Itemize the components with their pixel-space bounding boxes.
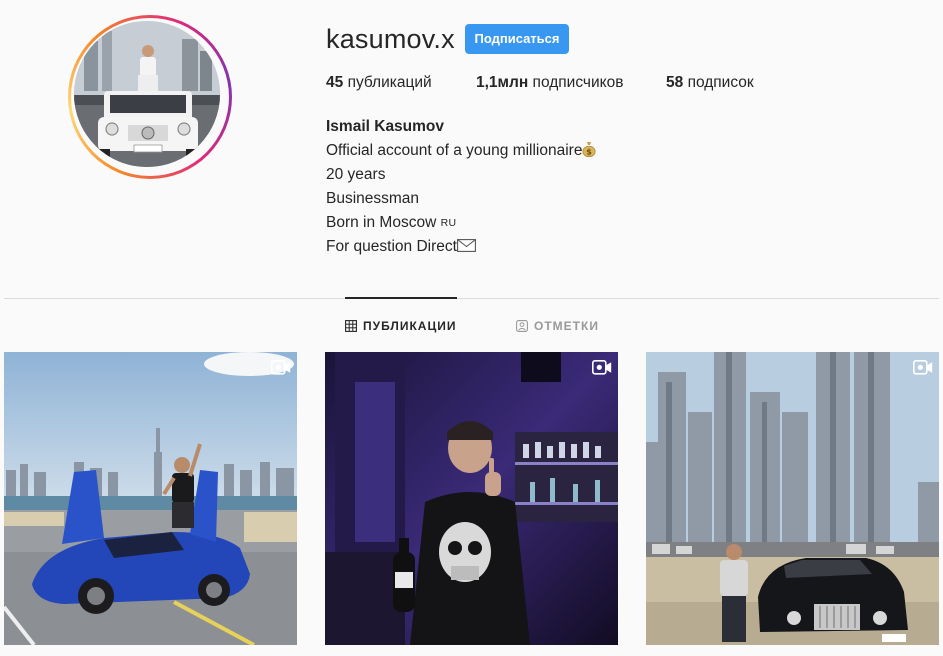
money-bag-icon: $	[582, 142, 597, 157]
profile-bio: Ismail Kasumov Official account of a you…	[326, 115, 597, 259]
stat-posts: 45 публикаций	[326, 74, 432, 92]
grid-icon	[345, 320, 357, 332]
stat-following-label: подписок	[687, 74, 754, 91]
profile-username: kasumov.x	[326, 24, 455, 54]
tab-tagged-label: ОТМЕТКИ	[534, 319, 599, 333]
ru-flag-tag: RU	[440, 217, 457, 229]
svg-text:$: $	[587, 148, 593, 157]
bio-line-contact: For question Direct	[326, 235, 596, 259]
active-tab-indicator	[345, 297, 457, 299]
post-thumbnail-1[interactable]	[4, 352, 297, 645]
tagged-user-icon	[516, 320, 528, 332]
stat-following-count: 58	[666, 74, 684, 91]
stat-followers-count: 1,1млн	[476, 74, 529, 91]
post-thumbnail-2[interactable]	[325, 352, 618, 645]
post-1-image	[4, 352, 297, 645]
video-icon	[592, 360, 612, 375]
tab-posts[interactable]: ПУБЛИКАЦИИ	[345, 319, 456, 333]
stat-posts-label: публикаций	[347, 74, 432, 91]
bio-line-occupation: Businessman	[326, 190, 420, 207]
bio-line-birthplace: Born in Moscow RU	[326, 211, 596, 235]
bio-line-account-text: Official account of a young millionaire	[326, 142, 583, 159]
stat-followers[interactable]: 1,1млн подписчиков	[476, 74, 623, 92]
envelope-icon	[457, 239, 476, 252]
tab-tagged[interactable]: ОТМЕТКИ	[516, 319, 599, 333]
avatar[interactable]	[74, 21, 220, 167]
post-2-image	[325, 352, 618, 645]
video-icon	[913, 360, 933, 375]
bio-line-contact-text: For question Direct	[326, 238, 457, 255]
post-3-image	[646, 352, 939, 645]
bio-line-age: 20 years	[326, 166, 386, 183]
tab-posts-label: ПУБЛИКАЦИИ	[363, 319, 457, 333]
video-icon	[271, 360, 291, 375]
tabs-divider	[4, 298, 939, 299]
stat-following[interactable]: 58 подписок	[666, 74, 754, 92]
post-thumbnail-3[interactable]	[646, 352, 939, 645]
bio-line-account: Official account of a young millionaire …	[326, 139, 597, 163]
profile-full-name: Ismail Kasumov	[326, 118, 445, 135]
avatar-photo	[74, 21, 220, 167]
stat-posts-count: 45	[326, 74, 344, 91]
bio-line-birthplace-text: Born in Moscow	[326, 214, 437, 231]
profile-avatar-story-ring[interactable]	[68, 15, 232, 179]
follow-button[interactable]: Подписаться	[465, 24, 569, 54]
stat-followers-label: подписчиков	[532, 74, 624, 91]
